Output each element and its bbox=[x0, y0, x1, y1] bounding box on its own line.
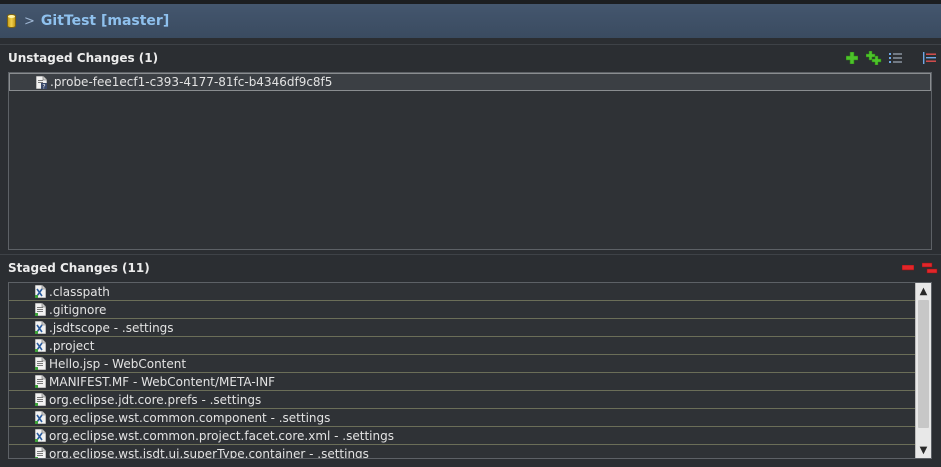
untracked-file-icon: ? bbox=[35, 75, 48, 90]
file-label: .classpath bbox=[49, 284, 110, 299]
xml-file-icon bbox=[34, 320, 47, 335]
file-row[interactable]: org.eclipse.wst.common.project.facet.cor… bbox=[9, 427, 915, 445]
text-file-icon bbox=[34, 374, 47, 389]
add-icon[interactable] bbox=[841, 49, 863, 67]
unstaged-files-list[interactable]: ? .probe-fee1ecf1-c393-4177-81fc-b4346df9… bbox=[8, 72, 932, 250]
file-row[interactable]: .project bbox=[9, 337, 915, 355]
file-row[interactable]: org.eclipse.wst.common.component - .sett… bbox=[9, 409, 915, 427]
staged-title: Staged Changes (11) bbox=[8, 260, 150, 275]
scroll-down-icon[interactable]: ▼ bbox=[916, 442, 931, 458]
text-file-icon bbox=[34, 356, 47, 371]
staged-scrollbar[interactable]: ▲ ▼ bbox=[915, 283, 931, 458]
unstaged-toolbar bbox=[841, 45, 941, 71]
xml-file-icon bbox=[34, 284, 47, 299]
file-label: org.eclipse.jdt.core.prefs - .settings bbox=[49, 392, 262, 407]
chevron-right-icon: > bbox=[24, 13, 35, 29]
menu-icon[interactable] bbox=[919, 49, 941, 67]
scrollbar-thumb[interactable] bbox=[918, 300, 929, 428]
repository-title: GitTest [master] bbox=[40, 13, 170, 29]
file-row[interactable]: org.eclipse.jdt.core.prefs - .settings bbox=[9, 391, 915, 409]
file-label: org.eclipse.wst.jsdt.ui.superType.contai… bbox=[49, 446, 369, 459]
staged-section-header: Staged Changes (11) bbox=[0, 254, 941, 280]
xml-file-icon bbox=[34, 428, 47, 443]
file-row[interactable]: org.eclipse.wst.jsdt.ui.superType.contai… bbox=[9, 445, 915, 459]
unstaged-section-header: Unstaged Changes (1) bbox=[0, 44, 941, 70]
file-label: .jsdtscope - .settings bbox=[49, 320, 174, 335]
file-label: MANIFEST.MF - WebContent/META-INF bbox=[49, 374, 276, 389]
file-row[interactable]: MANIFEST.MF - WebContent/META-INF bbox=[9, 373, 915, 391]
file-row[interactable]: .jsdtscope - .settings bbox=[9, 319, 915, 337]
remove-all-icon[interactable] bbox=[919, 259, 941, 277]
file-label: .probe-fee1ecf1-c393-4177-81fc-b4346df9c… bbox=[50, 75, 333, 89]
file-row[interactable]: Hello.jsp - WebContent bbox=[9, 355, 915, 373]
tree-view-icon[interactable] bbox=[885, 49, 907, 67]
file-label: .project bbox=[49, 338, 95, 353]
xml-file-icon bbox=[34, 338, 47, 353]
staged-toolbar bbox=[897, 255, 941, 281]
file-row[interactable]: .classpath bbox=[9, 283, 915, 301]
svg-text:?: ? bbox=[42, 83, 45, 89]
text-file-icon bbox=[34, 302, 47, 317]
repository-icon bbox=[7, 14, 16, 28]
remove-icon[interactable] bbox=[897, 259, 919, 277]
staged-files-list[interactable]: .classpath .gitignore .jsdtscope - .settin… bbox=[8, 282, 932, 459]
file-label: org.eclipse.wst.common.component - .sett… bbox=[49, 410, 331, 425]
add-all-icon[interactable] bbox=[863, 49, 885, 67]
repository-header: > GitTest [master] bbox=[0, 4, 941, 38]
file-label: org.eclipse.wst.common.project.facet.cor… bbox=[49, 428, 394, 443]
file-label: .gitignore bbox=[49, 302, 107, 317]
file-row[interactable]: .gitignore bbox=[9, 301, 915, 319]
scroll-up-icon[interactable]: ▲ bbox=[916, 283, 931, 299]
text-file-icon bbox=[34, 446, 47, 458]
text-file-icon bbox=[34, 392, 47, 407]
file-label: Hello.jsp - WebContent bbox=[49, 356, 187, 371]
file-row[interactable]: ? .probe-fee1ecf1-c393-4177-81fc-b4346df9… bbox=[9, 73, 931, 91]
unstaged-title: Unstaged Changes (1) bbox=[8, 50, 159, 65]
xml-file-icon bbox=[34, 410, 47, 425]
